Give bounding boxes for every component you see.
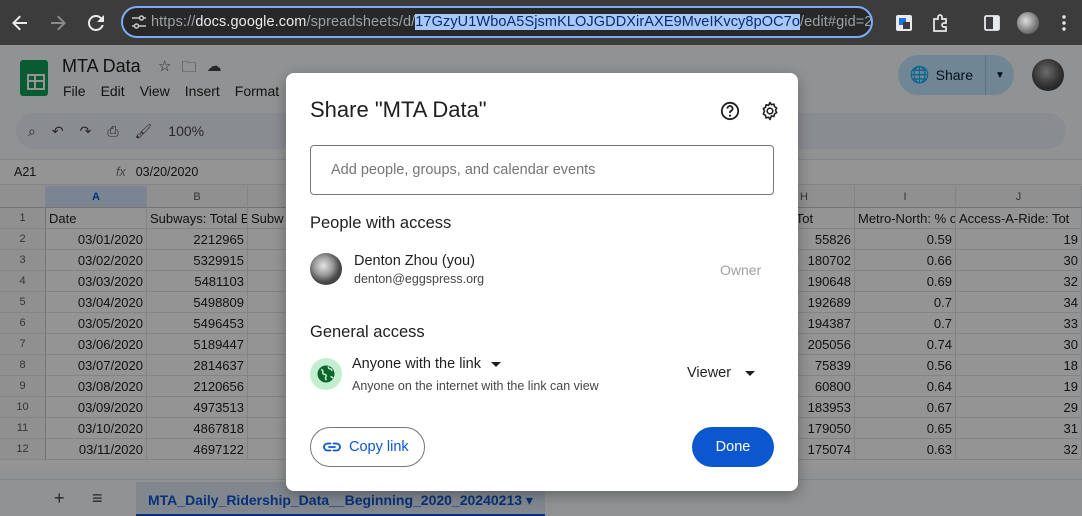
role-dropdown[interactable]: Viewer [687,365,756,381]
url-domain: docs.google.com [195,14,307,30]
help-icon[interactable] [718,99,742,123]
url-rest: /edit#gid=2 [800,14,873,30]
done-button[interactable]: Done [692,427,774,467]
general-access-description: Anyone on the internet with the link can… [352,379,599,393]
url-text: https://docs.google.com/spreadsheets/d/1… [151,14,873,30]
person-role: Owner [720,262,762,278]
extensions-icon[interactable] [922,5,958,41]
browser-toolbar: https://docs.google.com/spreadsheets/d/1… [0,0,1082,45]
copy-link-label: Copy link [349,439,409,455]
add-people-input[interactable] [310,145,774,195]
person-email: denton@eggspress.org [354,272,485,286]
general-access-heading: General access [310,323,425,341]
back-icon[interactable] [2,5,38,41]
copy-link-button[interactable]: Copy link [310,427,425,467]
more-menu-icon[interactable] [1046,5,1082,41]
profile-avatar[interactable] [1010,5,1046,41]
dropdown-arrow-icon [745,370,756,376]
side-panel-icon[interactable] [974,5,1010,41]
share-dialog: Share "MTA Data" People with access Dent… [286,73,798,491]
globe-icon [310,358,342,390]
dropdown-arrow-icon [490,361,501,367]
site-settings-icon[interactable] [131,10,147,34]
settings-gear-icon[interactable] [758,99,782,123]
dialog-title: Share "MTA Data" [310,97,487,122]
general-access-dropdown[interactable]: Anyone with the link [352,356,501,372]
role-value: Viewer [687,365,732,381]
address-bar[interactable]: https://docs.google.com/spreadsheets/d/1… [121,6,873,38]
url-path: /spreadsheets/d/ [306,14,416,30]
reload-icon[interactable] [78,5,114,41]
url-selected: 17GzyU1WboA5SjsmKLOJGDDXirAXE9MveIKvcy8p… [415,14,801,30]
person-name: Denton Zhou (you) [354,253,475,269]
url-scheme: https:// [151,14,196,30]
link-icon [323,442,341,452]
translate-icon[interactable] [886,5,922,41]
person-avatar [310,253,342,285]
forward-icon[interactable] [40,5,76,41]
general-access-value: Anyone with the link [352,356,481,372]
people-with-access-heading: People with access [310,214,452,232]
